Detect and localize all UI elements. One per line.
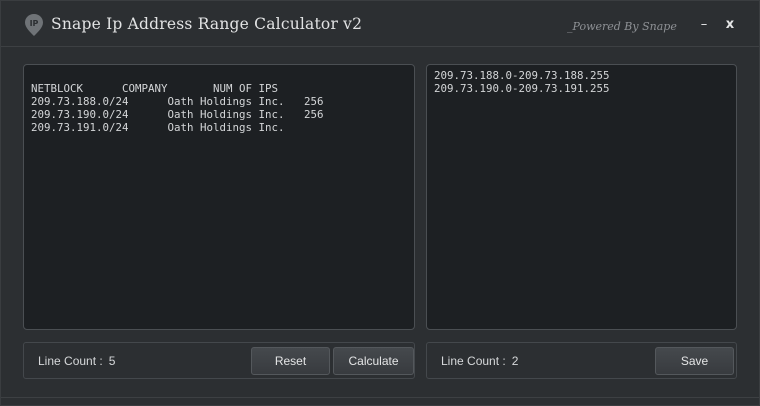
output-line-count: Line Count : 2 (441, 354, 518, 368)
map-pin-logo-icon: IP (23, 13, 45, 37)
title-bar[interactable]: IP Snape Ip Address Range Calculator v2 … (1, 1, 759, 47)
input-footer-panel: Line Count : 5 Reset Calculate (23, 342, 415, 379)
calculate-button[interactable]: Calculate (333, 347, 414, 375)
input-line-count-label: Line Count : (38, 354, 103, 368)
bottom-divider (1, 397, 759, 398)
svg-text:IP: IP (30, 19, 39, 28)
output-line-count-label: Line Count : (441, 354, 506, 368)
minimize-button[interactable]: – (694, 15, 714, 35)
input-textarea[interactable]: NETBLOCK COMPANY NUM OF IPS 209.73.188.0… (23, 64, 415, 330)
input-line-count-value: 5 (108, 354, 116, 368)
reset-button[interactable]: Reset (251, 347, 330, 375)
input-line-count: Line Count : 5 (38, 354, 115, 368)
save-button[interactable]: Save (655, 347, 734, 375)
powered-by-label: _Powered By Snape (567, 20, 677, 33)
close-button[interactable]: x (720, 15, 740, 35)
window-title: Snape Ip Address Range Calculator v2 (51, 15, 363, 33)
output-line-count-value: 2 (511, 354, 519, 368)
app-window: IP Snape Ip Address Range Calculator v2 … (0, 0, 760, 406)
output-textarea[interactable]: 209.73.188.0-209.73.188.255 209.73.190.0… (426, 64, 737, 330)
output-footer-panel: Line Count : 2 Save (426, 342, 737, 379)
